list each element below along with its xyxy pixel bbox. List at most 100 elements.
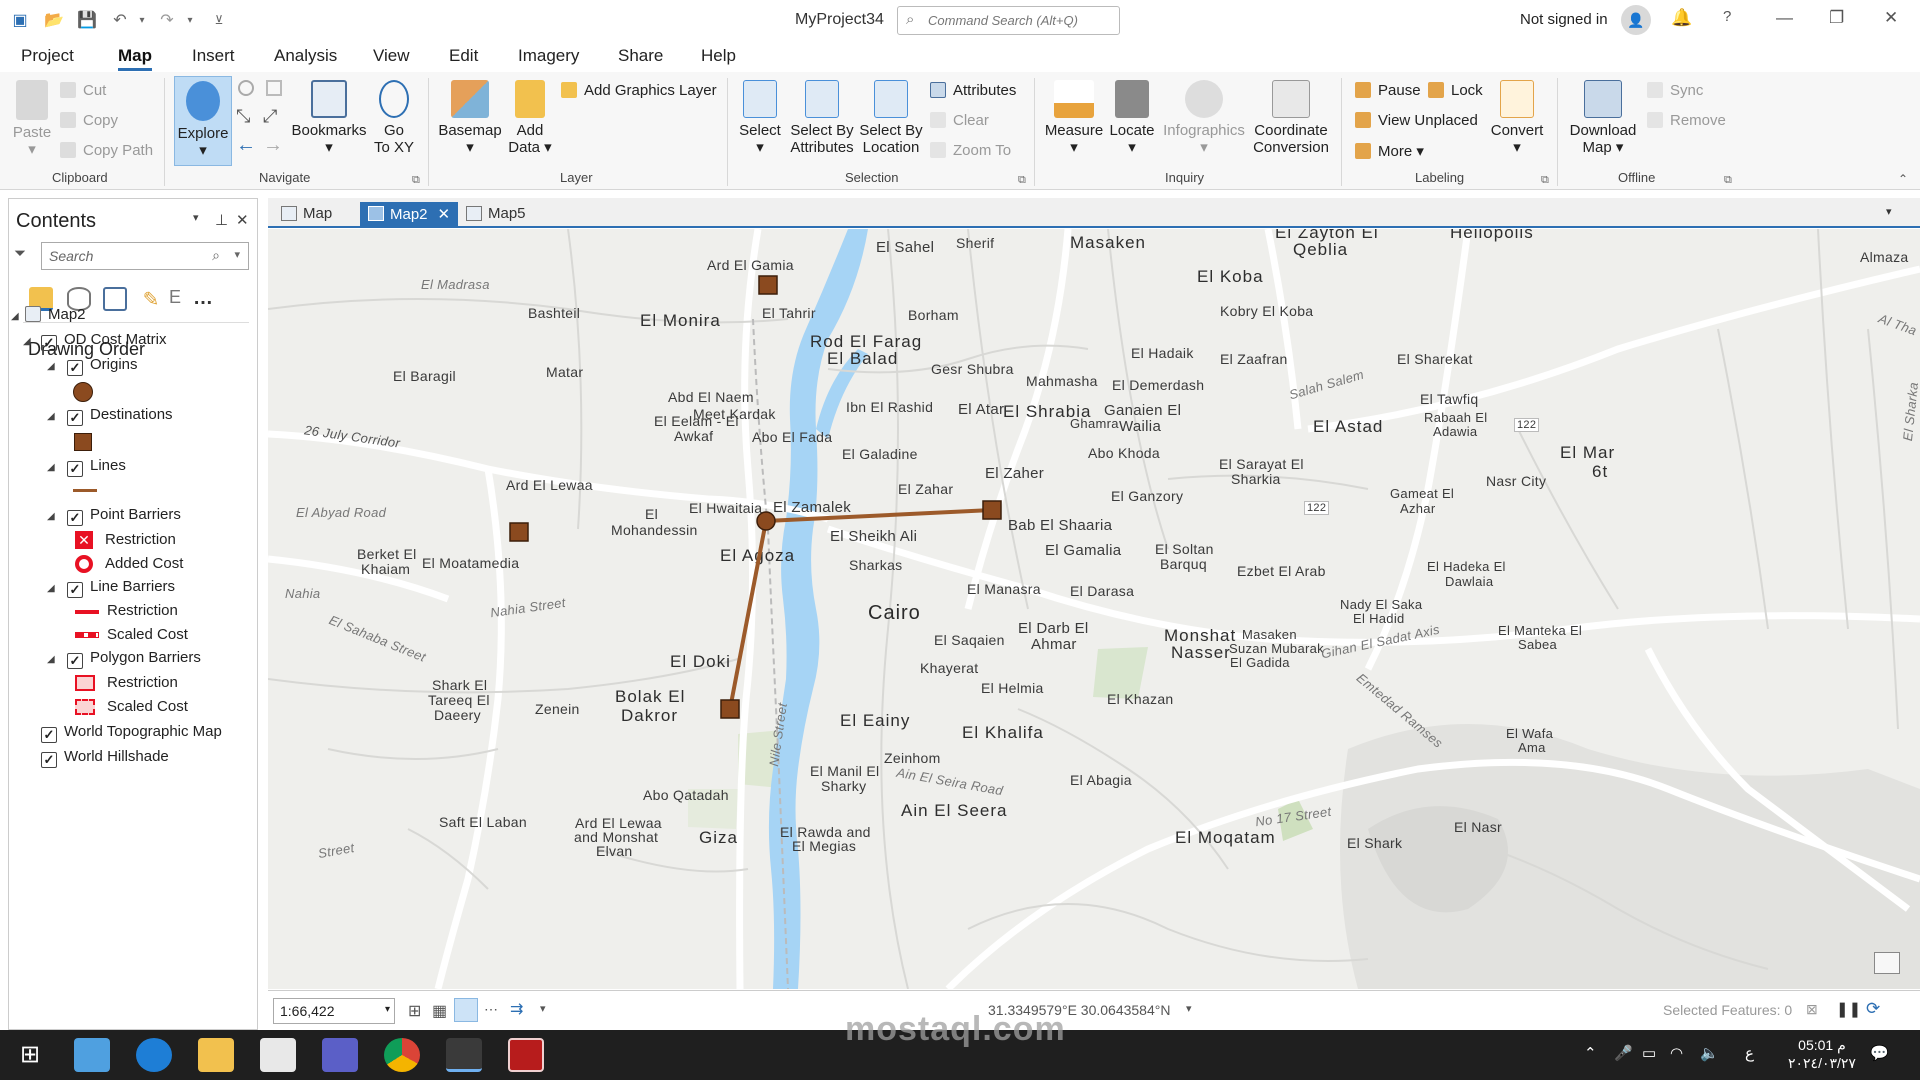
- help-button[interactable]: ?: [1723, 8, 1731, 25]
- menu-imagery[interactable]: Imagery: [518, 46, 579, 66]
- fixed-zoom-in-icon[interactable]: ⤡: [236, 106, 250, 127]
- language-indicator[interactable]: ع: [1745, 1044, 1754, 1062]
- measure-button[interactable]: Measure ▾: [1044, 80, 1104, 156]
- menu-view[interactable]: View: [373, 46, 410, 66]
- user-avatar-icon[interactable]: 👤: [1621, 5, 1651, 35]
- volume-icon[interactable]: 🔈: [1700, 1044, 1719, 1062]
- collapse-icon[interactable]: ◢: [47, 511, 55, 522]
- menu-map[interactable]: Map: [118, 46, 152, 71]
- close-icon[interactable]: ✕: [1884, 8, 1898, 28]
- checkbox-line-barriers[interactable]: ✓: [67, 582, 83, 598]
- save-project-icon[interactable]: 💾: [75, 8, 99, 32]
- checkbox-world-hillshade[interactable]: ✓: [41, 752, 57, 768]
- checkbox-world-topo[interactable]: ✓: [41, 727, 57, 743]
- view-unplaced-button[interactable]: View Unplaced: [1355, 112, 1478, 129]
- layer-line-barriers[interactable]: ✓ Line Barriers: [67, 578, 175, 598]
- map-overview-icon[interactable]: [1874, 952, 1900, 974]
- fixed-zoom-icon[interactable]: [266, 80, 282, 96]
- next-extent-icon[interactable]: →: [263, 134, 283, 157]
- chrome-icon[interactable]: [384, 1038, 420, 1072]
- add-data-button[interactable]: Add Data ▾: [506, 80, 554, 156]
- layer-od-cost-matrix[interactable]: ✓ OD Cost Matrix: [41, 331, 167, 351]
- labeling-launcher-icon[interactable]: ⧉: [1541, 174, 1549, 187]
- pane-options-icon[interactable]: ▾: [193, 211, 199, 224]
- menu-share[interactable]: Share: [618, 46, 663, 66]
- clear-selection-icon[interactable]: ⊠: [1806, 1001, 1818, 1018]
- checkbox-od-cost-matrix[interactable]: ✓: [41, 335, 57, 351]
- destination-point[interactable]: [509, 522, 529, 542]
- full-extent-icon[interactable]: [238, 80, 254, 96]
- tab-map[interactable]: Map: [273, 202, 340, 226]
- select-button[interactable]: Select ▾: [735, 80, 785, 156]
- access-icon[interactable]: [508, 1038, 544, 1072]
- pointer-icon[interactable]: ⋯: [484, 1001, 498, 1018]
- filter-icon[interactable]: ⏷: [14, 245, 26, 262]
- select-by-location-button[interactable]: Select By Location: [857, 80, 925, 156]
- sign-in-status[interactable]: Not signed in: [1520, 11, 1608, 28]
- list-by-selection-icon[interactable]: [103, 287, 127, 311]
- layer-point-barriers[interactable]: ✓ Point Barriers: [67, 506, 181, 526]
- collapse-icon[interactable]: ◢: [47, 361, 55, 372]
- list-by-snapping-icon[interactable]: E: [169, 287, 193, 311]
- od-line-agoza-bolak[interactable]: [728, 520, 768, 710]
- layer-origins[interactable]: ✓ Origins: [67, 356, 138, 376]
- arcgis-pro-icon[interactable]: [446, 1038, 482, 1072]
- collapse-icon[interactable]: ◢: [47, 654, 55, 665]
- collapse-icon[interactable]: ◢: [47, 411, 55, 422]
- origin-point[interactable]: [756, 511, 776, 531]
- checkbox-polygon-barriers[interactable]: ✓: [67, 653, 83, 669]
- menu-insert[interactable]: Insert: [192, 46, 235, 66]
- collapse-icon[interactable]: ◢: [47, 462, 55, 473]
- battery-icon[interactable]: ▭: [1642, 1044, 1656, 1062]
- map-node[interactable]: Map2: [25, 306, 86, 323]
- previous-extent-icon[interactable]: ←: [236, 134, 256, 157]
- basemap-button[interactable]: Basemap ▾: [436, 80, 504, 156]
- navigate-launcher-icon[interactable]: ⧉: [412, 174, 420, 187]
- search-dropdown-icon[interactable]: ▾: [234, 248, 240, 261]
- scale-selector[interactable]: 1:66,422 ▾: [273, 998, 395, 1024]
- locate-button[interactable]: Locate ▾: [1107, 80, 1157, 156]
- edge-icon[interactable]: [136, 1038, 172, 1072]
- restore-icon[interactable]: ❐: [1829, 8, 1844, 28]
- command-search[interactable]: ⌕ Command Search (Alt+Q): [897, 6, 1120, 35]
- paste-button[interactable]: Paste ▾: [10, 80, 54, 158]
- tabs-overflow-icon[interactable]: ▾: [1886, 202, 1900, 226]
- copy-path-button[interactable]: Copy Path: [60, 142, 153, 159]
- grid-icon[interactable]: ⊞: [408, 1001, 421, 1021]
- bookmarks-button[interactable]: Bookmarks ▾: [291, 80, 367, 156]
- menu-analysis[interactable]: Analysis: [274, 46, 337, 66]
- contents-search-input[interactable]: Search ⌕ ▾: [41, 242, 249, 270]
- go-to-xy-button[interactable]: Go To XY: [372, 80, 416, 156]
- map-canvas[interactable]: El Sahel Sherif Masaken El Zayton El Qeb…: [268, 229, 1920, 989]
- snapping-icon[interactable]: [454, 998, 478, 1022]
- undo-dropdown-icon[interactable]: ▾: [130, 8, 154, 32]
- layer-polygon-barriers[interactable]: ✓ Polygon Barriers: [67, 649, 201, 669]
- infographics-button[interactable]: Infographics ▾: [1160, 80, 1248, 156]
- download-map-button[interactable]: Download Map ▾: [1565, 80, 1641, 156]
- pin-icon[interactable]: ⊥: [215, 211, 228, 229]
- open-project-icon[interactable]: 📂: [42, 8, 66, 32]
- more-labeling-button[interactable]: More ▾: [1355, 142, 1424, 160]
- notifications-icon[interactable]: 🔔: [1671, 8, 1692, 28]
- customize-toolbar-icon[interactable]: ⊻: [207, 8, 231, 32]
- menu-project[interactable]: Project: [21, 46, 74, 66]
- select-by-attributes-button[interactable]: Select By Attributes: [788, 80, 856, 156]
- undo-icon[interactable]: ↶: [108, 8, 132, 32]
- destination-point[interactable]: [982, 500, 1002, 520]
- lock-labeling-button[interactable]: Lock: [1428, 82, 1483, 99]
- selection-launcher-icon[interactable]: ⧉: [1018, 174, 1026, 187]
- layer-destinations[interactable]: ✓ Destinations: [67, 406, 173, 426]
- collapse-icon[interactable]: ◢: [23, 336, 31, 347]
- attributes-button[interactable]: Attributes: [930, 82, 1016, 99]
- od-line-agoza-bab-el-shaaria[interactable]: [765, 508, 993, 523]
- offline-launcher-icon[interactable]: ⧉: [1724, 174, 1732, 187]
- copy-button[interactable]: Copy: [60, 112, 118, 129]
- collapse-icon[interactable]: ◢: [11, 311, 19, 322]
- table-icon[interactable]: ▦: [432, 1001, 447, 1021]
- checkbox-lines[interactable]: ✓: [67, 461, 83, 477]
- explore-button[interactable]: Explore ▾: [174, 76, 232, 166]
- collapse-ribbon-icon[interactable]: ⌃: [1898, 172, 1908, 186]
- checkbox-origins[interactable]: ✓: [67, 360, 83, 376]
- wifi-icon[interactable]: ◠: [1670, 1044, 1683, 1062]
- pause-drawing-icon[interactable]: ❚❚: [1836, 1000, 1861, 1018]
